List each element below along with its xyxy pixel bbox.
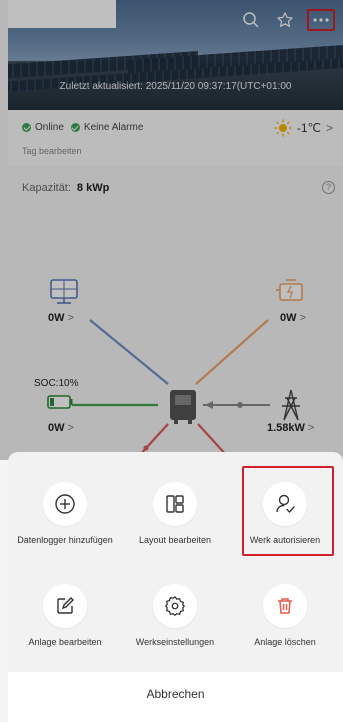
plus-circle-icon (43, 482, 87, 526)
delete-plant-button[interactable]: Anlage löschen (230, 584, 340, 647)
delete-plant-label: Anlage löschen (254, 637, 316, 647)
edit-layout-label: Layout bearbeiten (138, 535, 212, 545)
edit-icon (43, 584, 87, 628)
add-datalogger-label: Datenlogger hinzufügen (17, 535, 113, 545)
factory-settings-label: Werkseinstellungen (135, 637, 215, 647)
trash-icon (263, 584, 307, 628)
highlight-box (242, 466, 334, 556)
edit-plant-button[interactable]: Anlage bearbeiten (10, 584, 120, 647)
layout-icon (153, 482, 197, 526)
edit-plant-label: Anlage bearbeiten (28, 637, 102, 647)
cancel-bar: Abbrechen (8, 672, 343, 722)
action-sheet: Datenlogger hinzufügen Layout bearbeiten… (8, 452, 343, 672)
factory-settings-button[interactable]: Werkseinstellungen (120, 584, 230, 647)
add-datalogger-button[interactable]: Datenlogger hinzufügen (10, 482, 120, 545)
gear-icon (153, 584, 197, 628)
edit-layout-button[interactable]: Layout bearbeiten (120, 482, 230, 545)
modal-backdrop[interactable] (0, 0, 343, 460)
cancel-button[interactable]: Abbrechen (8, 687, 343, 701)
